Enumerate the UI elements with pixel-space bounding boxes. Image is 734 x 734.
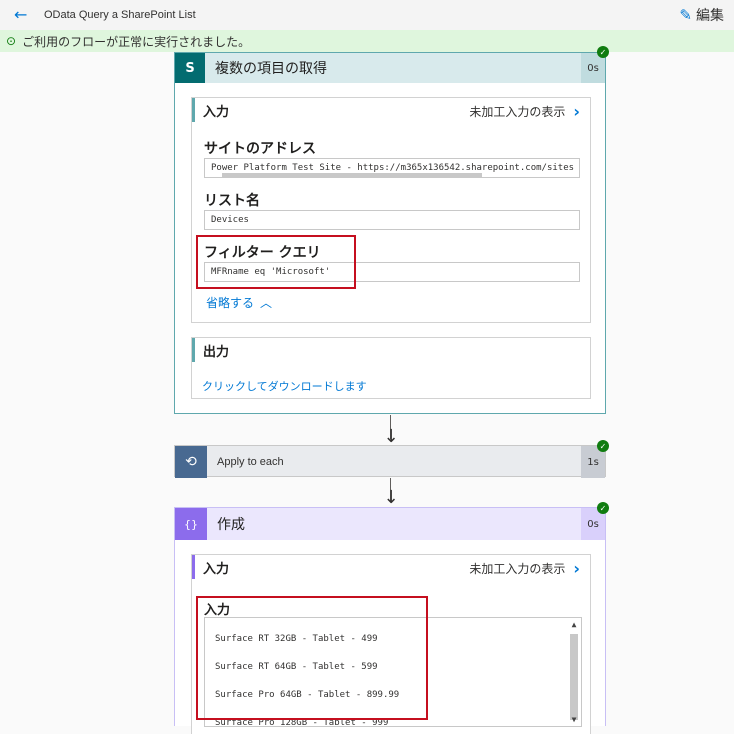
success-check-icon: ✓ xyxy=(597,46,609,58)
apply-to-each-card[interactable]: ⟲ Apply to each 1s xyxy=(174,445,606,478)
success-check-icon: ✓ xyxy=(597,440,609,452)
get-items-title: 複数の項目の取得 xyxy=(215,61,327,77)
raw-link-label: 未加工入力の表示 xyxy=(469,562,566,576)
chevron-right-icon: › xyxy=(573,102,580,121)
back-arrow-icon[interactable]: ← xyxy=(14,5,27,24)
success-message: ご利用のフローが正常に実行されました。 xyxy=(22,34,251,49)
compose-header[interactable]: {} 作成 0s xyxy=(175,508,605,540)
site-address-label: サイトのアドレス xyxy=(204,141,316,157)
sharepoint-icon-letter: S xyxy=(185,60,195,76)
scroll-up-icon[interactable]: ▲ xyxy=(569,620,579,629)
edit-button[interactable]: ✎ 編集 xyxy=(679,5,724,25)
loop-icon: ⟲ xyxy=(175,446,207,478)
collapse-link[interactable]: 省略する ︿ xyxy=(206,294,272,311)
show-raw-inputs-link[interactable]: 未加工入力の表示 › xyxy=(469,102,580,121)
filter-highlight-box xyxy=(196,235,356,289)
scrollbar-thumb[interactable] xyxy=(570,634,578,720)
apply-to-each-title: Apply to each xyxy=(217,456,284,468)
get-items-card: S 複数の項目の取得 0s 入力 未加工入力の表示 › サイトのアドレス Pow… xyxy=(174,52,606,414)
top-bar: ← OData Query a SharePoint List ✎ 編集 xyxy=(0,0,734,30)
get-items-output-section: 出力 クリックしてダウンロードします xyxy=(191,337,591,399)
show-raw-inputs-link[interactable]: 未加工入力の表示 › xyxy=(469,559,580,578)
scroll-down-icon[interactable]: ▼ xyxy=(569,715,579,724)
compose-input-header-label: 入力 xyxy=(203,561,230,577)
compose-icon: {} xyxy=(175,508,207,540)
download-link[interactable]: クリックしてダウンロードします xyxy=(202,378,367,394)
get-items-input-section: 入力 未加工入力の表示 › サイトのアドレス Power Platform Te… xyxy=(191,97,591,323)
compose-icon-glyph: {} xyxy=(184,517,198,531)
vertical-scrollbar[interactable]: ▲ ▼ xyxy=(569,620,579,724)
output-header-label: 出力 xyxy=(203,344,230,360)
raw-link-label: 未加工入力の表示 xyxy=(469,105,566,119)
apply-to-each-header: ⟲ Apply to each 1s xyxy=(175,446,605,478)
check-circle-icon: ⊙ xyxy=(6,34,17,48)
output-section-header: 出力 xyxy=(192,338,590,362)
edit-label: 編集 xyxy=(696,8,724,24)
output-highlight-box xyxy=(196,596,428,720)
flow-title: OData Query a SharePoint List xyxy=(44,9,196,21)
list-name-field[interactable]: Devices xyxy=(204,210,580,230)
compose-title: 作成 xyxy=(217,517,245,533)
success-check-icon: ✓ xyxy=(597,502,609,514)
pencil-icon: ✎ xyxy=(679,6,692,24)
success-banner: ⊙ ご利用のフローが正常に実行されました。 xyxy=(0,30,734,52)
sharepoint-icon: S xyxy=(175,53,205,83)
chevron-right-icon: › xyxy=(573,559,580,578)
horizontal-scrollbar[interactable] xyxy=(222,173,482,177)
get-items-header[interactable]: S 複数の項目の取得 0s xyxy=(175,53,605,83)
collapse-label: 省略する xyxy=(206,296,255,310)
input-header-label: 入力 xyxy=(203,104,230,120)
list-name-label: リスト名 xyxy=(204,193,260,209)
chevron-up-icon: ︿ xyxy=(260,296,273,310)
